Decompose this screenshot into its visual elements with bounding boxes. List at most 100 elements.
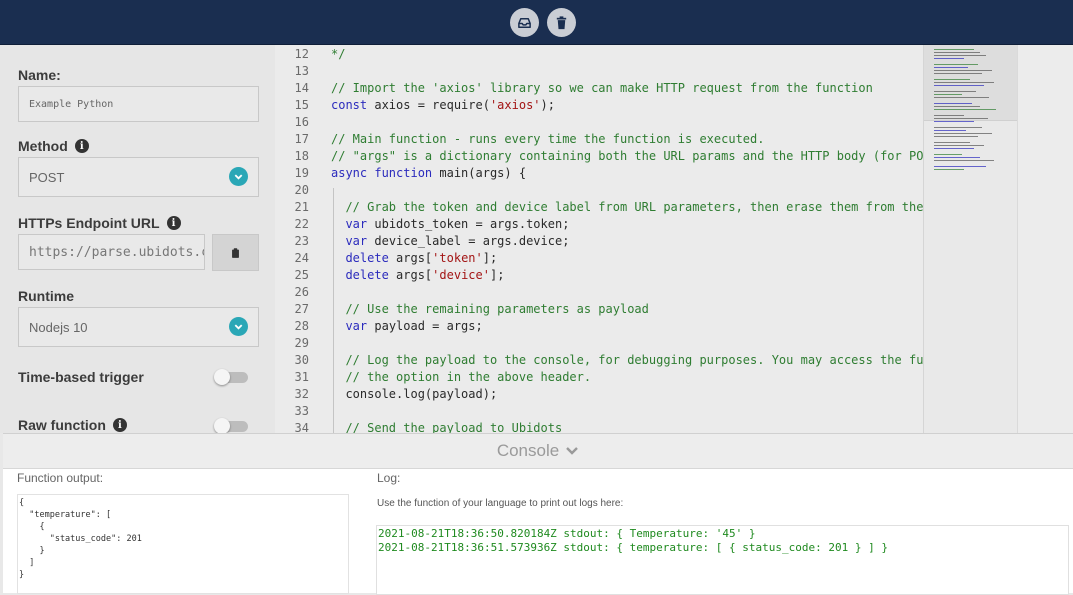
line-number: 18 xyxy=(294,149,309,163)
code-line[interactable]: 34 // Send the payload to Ubidots xyxy=(275,420,923,433)
code-text: // "args" is a dictionary containing bot… xyxy=(331,148,923,165)
function-output-box: { "temperature": [ { "status_code": 201 … xyxy=(17,494,349,594)
code-token: function xyxy=(374,166,433,180)
endpoint-url-input[interactable]: https://parse.ubidots.c xyxy=(18,234,205,270)
line-number: 25 xyxy=(294,268,309,282)
toggle-knob xyxy=(214,418,230,433)
code-token: // Main function - runs every time the f… xyxy=(331,132,765,146)
code-token: */ xyxy=(331,47,346,61)
code-editor[interactable]: 12 */ 13 14 // Import the 'axios' library so… xyxy=(275,45,923,433)
code-line[interactable]: 20 xyxy=(275,182,923,199)
chevron-down-icon xyxy=(566,447,579,455)
line-number: 30 xyxy=(294,353,309,367)
code-text: var device_label = args.device; xyxy=(331,233,569,250)
info-icon[interactable]: i xyxy=(112,418,127,432)
delete-button[interactable] xyxy=(547,8,576,37)
output-line: { xyxy=(19,522,45,532)
line-number: 20 xyxy=(294,183,309,197)
code-token: var xyxy=(345,217,368,231)
minimap-line xyxy=(934,115,964,116)
code-text: // Grab the token and device label from … xyxy=(331,199,923,216)
code-line[interactable]: 12 */ xyxy=(275,46,923,63)
code-line[interactable]: 33 xyxy=(275,403,923,420)
minimap-line xyxy=(934,169,964,170)
output-line: ] xyxy=(19,558,35,568)
code-minimap[interactable] xyxy=(923,45,1017,433)
function-output-label: Function output: xyxy=(17,471,104,485)
code-line[interactable]: 28 var payload = args; xyxy=(275,318,923,335)
time-trigger-toggle[interactable] xyxy=(214,369,248,385)
line-number: 31 xyxy=(294,370,309,384)
code-line[interactable]: 32 console.log(payload); xyxy=(275,386,923,403)
code-line[interactable]: 31 // the option in the above header. xyxy=(275,369,923,386)
log-line: 2021-08-21T18:36:51.573936Z stdout: { te… xyxy=(378,541,888,554)
info-icon[interactable]: i xyxy=(166,216,181,230)
code-line[interactable]: 22 var ubidots_token = args.token; xyxy=(275,216,923,233)
log-output-box: 2021-08-21T18:36:50.820184Z stdout: { Te… xyxy=(376,525,1069,595)
code-text: // Log the payload to the console, for d… xyxy=(331,352,923,369)
minimap-line xyxy=(934,97,989,98)
code-text: delete args['token']; xyxy=(331,250,497,267)
code-line[interactable]: 14 // Import the 'axios' library so we ca… xyxy=(275,80,923,97)
code-text: delete args['device']; xyxy=(331,267,504,284)
code-text: */ xyxy=(331,46,345,63)
minimap-line xyxy=(934,160,994,161)
code-token: delete xyxy=(345,268,389,282)
raw-function-toggle[interactable] xyxy=(214,418,248,433)
chevron-down-icon xyxy=(229,317,248,336)
code-line[interactable]: 23 var device_label = args.device; xyxy=(275,233,923,250)
code-token: const xyxy=(331,98,368,112)
runtime-select[interactable]: Nodejs 10 xyxy=(18,307,259,347)
code-text: console.log(payload); xyxy=(331,386,497,403)
code-token: ubidots_token = args.token; xyxy=(367,217,570,231)
code-token: // Send the payload to Ubidots xyxy=(331,421,563,433)
inbox-button[interactable] xyxy=(510,8,539,37)
line-number: 24 xyxy=(294,251,309,265)
line-number: 13 xyxy=(294,64,309,78)
runtime-value: Nodejs 10 xyxy=(29,319,88,335)
code-line[interactable]: 17 // Main function - runs every time the… xyxy=(275,131,923,148)
toggle-knob xyxy=(214,369,230,385)
code-line[interactable]: 27 // Use the remaining parameters as pa… xyxy=(275,301,923,318)
code-token: // the option in the above header. xyxy=(331,370,592,384)
code-token: async xyxy=(331,166,368,180)
name-label: Name: xyxy=(18,67,61,83)
code-line[interactable]: 19 async function main(args) { xyxy=(275,165,923,182)
top-toolbar xyxy=(0,0,1073,45)
code-text: // Use the remaining parameters as paylo… xyxy=(331,301,648,318)
line-number: 15 xyxy=(294,98,309,112)
runtime-label: Runtime xyxy=(18,288,74,304)
info-icon[interactable]: i xyxy=(74,139,89,153)
minimap-line xyxy=(934,58,964,59)
method-select[interactable]: POST xyxy=(18,157,259,197)
code-line[interactable]: 25 delete args['device']; xyxy=(275,267,923,284)
editor-scrollbar[interactable] xyxy=(1017,45,1073,433)
minimap-line xyxy=(934,91,976,92)
code-token: delete xyxy=(345,251,389,265)
name-input[interactable]: Example Python xyxy=(18,86,259,122)
code-line[interactable]: 16 xyxy=(275,114,923,131)
code-token: ); xyxy=(540,98,555,112)
code-text: async function main(args) { xyxy=(331,165,526,182)
code-line[interactable]: 29 xyxy=(275,335,923,352)
line-number: 23 xyxy=(294,234,309,248)
code-line[interactable]: 21 // Grab the token and device label fr… xyxy=(275,199,923,216)
code-line[interactable]: 24 delete args['token']; xyxy=(275,250,923,267)
code-line[interactable]: 18 // "args" is a dictionary containing b… xyxy=(275,148,923,165)
minimap-line xyxy=(934,52,980,53)
code-line[interactable]: 26 xyxy=(275,284,923,301)
endpoint-label: HTTPs Endpoint URL xyxy=(18,215,160,231)
output-line: } xyxy=(19,570,25,580)
code-line[interactable]: 15 const axios = require('axios'); xyxy=(275,97,923,114)
code-line[interactable]: 30 // Log the payload to the console, fo… xyxy=(275,352,923,369)
console-toggle[interactable]: Console xyxy=(3,433,1073,469)
code-text: var payload = args; xyxy=(331,318,482,335)
line-number: 12 xyxy=(294,47,309,61)
code-line[interactable]: 13 xyxy=(275,63,923,80)
code-text: // Main function - runs every time the f… xyxy=(331,131,764,148)
minimap-line xyxy=(934,70,992,71)
copy-url-button[interactable] xyxy=(212,234,259,271)
line-number: 27 xyxy=(294,302,309,316)
minimap-line xyxy=(934,64,978,65)
minimap-line xyxy=(934,133,992,134)
